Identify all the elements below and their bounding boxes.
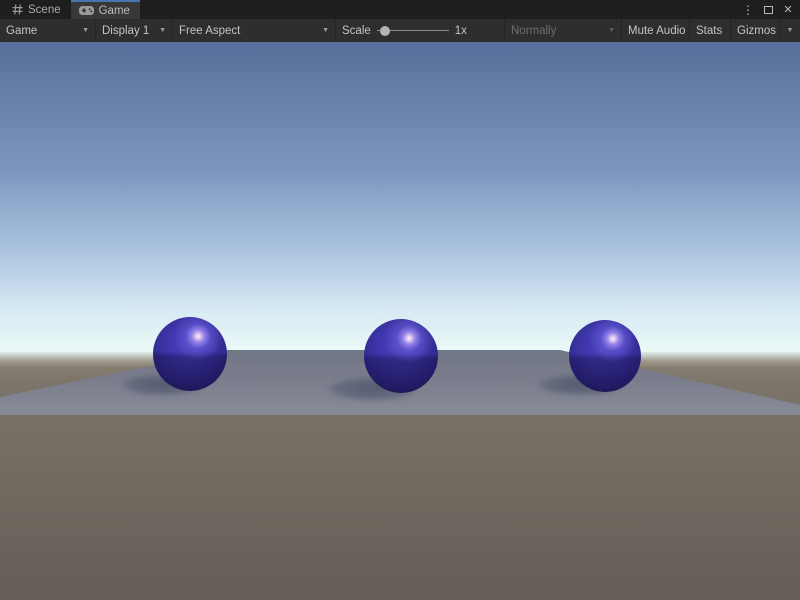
close-icon[interactable]: ✕ — [780, 2, 796, 18]
menu-kebab-icon[interactable]: ⋮ — [740, 2, 756, 18]
game-mode-popup-label: Game — [6, 25, 37, 37]
maximize-icon[interactable] — [760, 2, 776, 18]
scale-label: Scale — [342, 25, 371, 37]
blue-sphere-1 — [153, 317, 227, 391]
gamepad-icon — [79, 6, 94, 15]
maximize-on-play-popup[interactable]: Normally ▼ — [505, 19, 622, 42]
maximize-on-play-label: Normally — [511, 25, 556, 37]
chevron-down-icon: ▼ — [602, 27, 615, 34]
tab-bar: Scene Game ⋮ ✕ — [0, 0, 800, 19]
gizmos-label: Gizmos — [737, 25, 776, 37]
chevron-down-icon: ▼ — [316, 27, 329, 34]
chevron-down-icon: ▼ — [787, 27, 794, 34]
game-view-toolbar: Game ▼ Display 1 ▼ Free Aspect ▼ Scale 1… — [0, 19, 800, 42]
tab-game-label: Game — [99, 5, 130, 17]
display-popup-label: Display 1 — [102, 25, 149, 37]
scale-value: 1x — [455, 25, 467, 37]
grid-icon — [12, 4, 23, 15]
sky-gradient — [0, 42, 800, 354]
display-popup[interactable]: Display 1 ▼ — [96, 19, 173, 42]
gizmos-button[interactable]: Gizmos — [731, 19, 780, 42]
window-controls: ⋮ ✕ — [740, 0, 800, 19]
tab-scene-label: Scene — [28, 4, 61, 16]
scale-slider-knob[interactable] — [380, 26, 390, 36]
chevron-down-icon: ▼ — [153, 27, 166, 34]
chevron-down-icon: ▼ — [76, 27, 89, 34]
unity-game-window: Scene Game ⋮ ✕ Game ▼ — [0, 0, 800, 600]
game-mode-popup[interactable]: Game ▼ — [0, 19, 96, 42]
game-viewport[interactable] — [0, 42, 800, 600]
stats-label: Stats — [696, 25, 722, 37]
scale-slider[interactable] — [377, 30, 449, 31]
tab-scene[interactable]: Scene — [4, 0, 71, 19]
mute-audio-button[interactable]: Mute Audio — [622, 19, 690, 42]
blue-sphere-3 — [569, 320, 641, 392]
blue-sphere-2 — [364, 319, 438, 393]
gizmos-dropdown[interactable]: ▼ — [780, 19, 800, 42]
tab-game[interactable]: Game — [71, 0, 140, 19]
scale-control: Scale 1x — [336, 19, 505, 42]
aspect-ratio-popup-label: Free Aspect — [179, 25, 240, 37]
mute-audio-label: Mute Audio — [628, 25, 686, 37]
aspect-ratio-popup[interactable]: Free Aspect ▼ — [173, 19, 336, 42]
stats-button[interactable]: Stats — [690, 19, 731, 42]
